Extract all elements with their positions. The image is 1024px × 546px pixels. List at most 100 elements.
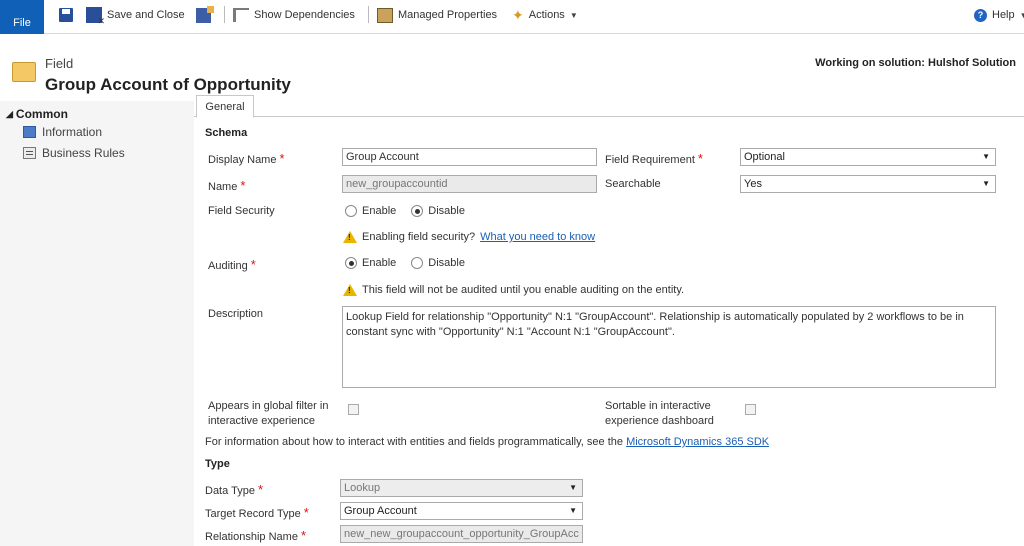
collapse-triangle-icon: ◢ (6, 108, 13, 119)
help-icon: ? (974, 8, 987, 22)
required-asterisk: * (300, 528, 306, 543)
general-form: Schema Display Name* Field Requirement* … (194, 117, 1024, 546)
display-name-label: Display Name * (208, 151, 285, 166)
required-asterisk: * (303, 505, 309, 520)
help-button[interactable]: ? Help ▼ (974, 4, 1024, 26)
sdk-link[interactable]: Microsoft Dynamics 365 SDK (626, 436, 769, 448)
field-security-disable-radio[interactable] (411, 205, 424, 217)
required-asterisk: * (250, 257, 256, 272)
nav-section-label: Common (15, 107, 68, 121)
required-asterisk: * (279, 151, 285, 166)
auditing-label: Auditing * (208, 257, 256, 272)
description-textarea[interactable]: Lookup Field for relationship "Opportuni… (342, 306, 996, 388)
security-warning-text: Enabling field security? (362, 231, 476, 243)
managed-properties-button[interactable]: Managed Properties (377, 4, 497, 26)
chevron-down-icon: ▼ (982, 152, 990, 161)
field-requirement-select[interactable]: Optional ▼ (740, 148, 996, 166)
sortable-label-line: experience dashboard (605, 415, 714, 427)
what-you-need-to-know-link[interactable]: What you need to know (480, 231, 595, 243)
field-requirement-label-text: Field Requirement (605, 154, 695, 166)
save-as-icon (196, 5, 214, 23)
actions-icon: ✦ (512, 6, 524, 23)
command-ribbon: File Save and Close Show Dependencies Ma… (0, 0, 1024, 34)
warning-icon (343, 284, 357, 296)
required-asterisk: * (240, 178, 246, 193)
save-button[interactable] (59, 4, 73, 26)
target-record-type-select[interactable]: Group Account ▼ (340, 502, 583, 520)
chevron-down-icon: ▼ (569, 506, 577, 515)
tab-general[interactable]: General (196, 95, 254, 118)
relationship-name-label: Relationship Name * (205, 528, 306, 543)
business-rules-icon (23, 147, 36, 159)
global-filter-checkbox[interactable] (348, 404, 359, 415)
save-and-close-label: Save and Close (107, 9, 185, 21)
searchable-value: Yes (744, 178, 762, 190)
name-input[interactable] (342, 175, 597, 193)
nav-item-label: Business Rules (42, 146, 125, 160)
save-as-button[interactable] (196, 4, 214, 26)
global-filter-label-line: Appears in global filter in (208, 400, 329, 412)
data-type-label-text: Data Type (205, 485, 255, 497)
managed-properties-label: Managed Properties (398, 9, 498, 21)
data-type-select[interactable]: Lookup ▼ (340, 479, 583, 497)
chevron-down-icon: ▼ (569, 483, 577, 492)
field-requirement-value: Optional (744, 151, 785, 163)
left-navigation: ◢ Common Information Business Rules (0, 101, 194, 546)
target-record-type-label: Target Record Type * (205, 505, 309, 520)
managed-properties-icon (377, 7, 393, 23)
field-security-warning: Enabling field security? What you need t… (343, 231, 595, 243)
entity-type-label: Field (45, 56, 74, 71)
sortable-label-line: Sortable in interactive (605, 400, 711, 412)
sortable-label: Sortable in interactive experience dashb… (605, 399, 714, 429)
folder-icon (12, 62, 36, 82)
dependencies-icon (233, 8, 249, 22)
sortable-checkbox[interactable] (745, 404, 756, 415)
display-name-input[interactable] (342, 148, 597, 166)
show-dependencies-button[interactable]: Show Dependencies (233, 4, 355, 26)
name-label: Name * (208, 178, 245, 193)
target-record-type-value: Group Account (344, 505, 417, 517)
save-and-close-button[interactable]: Save and Close (86, 4, 185, 27)
auditing-disable-radio[interactable] (411, 257, 424, 269)
nav-item-information[interactable]: Information (23, 125, 102, 139)
data-type-value: Lookup (344, 482, 381, 494)
display-name-label-text: Display Name (208, 154, 277, 166)
nav-section-common[interactable]: ◢ Common (6, 107, 68, 121)
auditing-warning: This field will not be audited until you… (343, 284, 684, 296)
relationship-name-label-text: Relationship Name (205, 531, 298, 543)
nav-item-business-rules[interactable]: Business Rules (23, 146, 125, 160)
required-asterisk: * (257, 482, 264, 497)
ribbon-separator (224, 6, 225, 23)
schema-heading: Schema (205, 127, 248, 139)
information-icon (23, 126, 36, 138)
global-filter-label-line: interactive experience (208, 415, 316, 427)
file-label: File (13, 16, 31, 29)
enable-label: Enable (362, 205, 397, 217)
ribbon-separator (368, 6, 369, 23)
searchable-select[interactable]: Yes ▼ (740, 175, 996, 193)
data-type-label: Data Type * (205, 482, 263, 497)
sdk-text: For information about how to interact wi… (205, 436, 623, 448)
searchable-label: Searchable (605, 178, 661, 190)
field-security-radio-group: Enable Disable (345, 205, 465, 217)
field-security-enable-radio[interactable] (345, 205, 357, 217)
save-icon (59, 8, 73, 22)
warning-icon (343, 231, 357, 243)
solution-label: Working on solution: Hulshof Solution (815, 57, 1016, 69)
disable-label: Disable (428, 257, 465, 269)
relationship-name-input[interactable] (340, 525, 583, 543)
show-dependencies-label: Show Dependencies (254, 9, 355, 21)
nav-item-label: Information (42, 125, 103, 139)
page-title: Group Account of Opportunity (45, 75, 291, 94)
disable-label: Disable (428, 205, 465, 217)
chevron-down-icon: ▼ (569, 10, 578, 20)
chevron-down-icon: ▼ (982, 179, 990, 188)
help-label: Help (992, 9, 1015, 21)
description-label: Description (208, 308, 264, 320)
chevron-down-icon: ▼ (1019, 10, 1024, 20)
field-security-label: Field Security (208, 205, 275, 217)
actions-button[interactable]: ✦ Actions ▼ (512, 4, 578, 26)
auditing-enable-radio[interactable] (345, 257, 357, 269)
file-button[interactable]: File (0, 0, 44, 34)
auditing-label-text: Auditing (208, 260, 248, 272)
